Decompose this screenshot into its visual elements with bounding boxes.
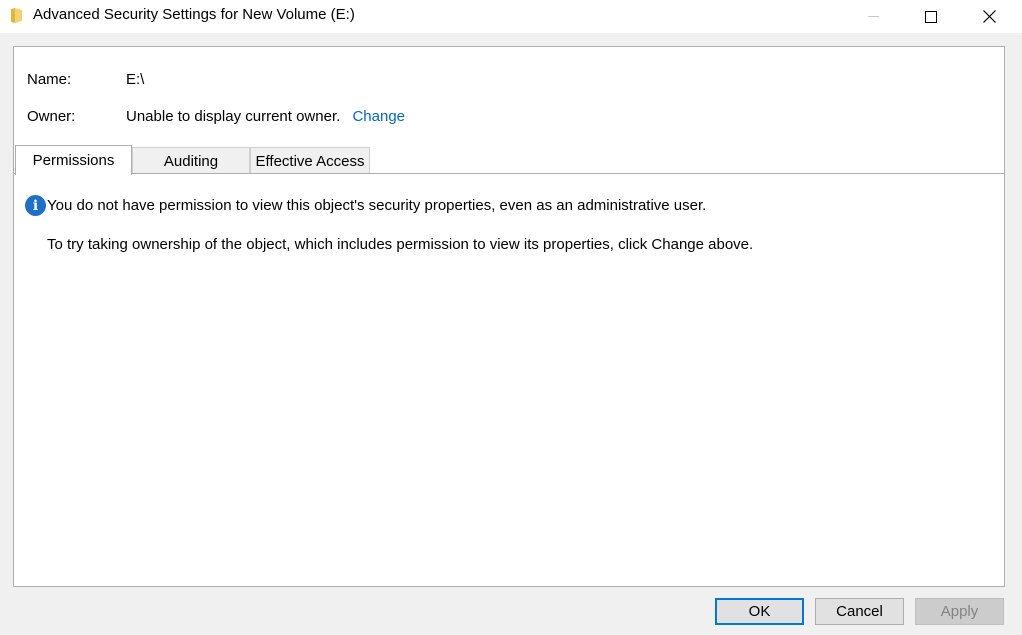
maximize-button[interactable] <box>902 0 960 33</box>
change-owner-link[interactable]: Change <box>352 108 405 125</box>
close-button[interactable] <box>960 0 1018 33</box>
name-label: Name: <box>27 71 72 88</box>
info-icon: i <box>25 195 46 216</box>
owner-text: Unable to display current owner. <box>126 108 341 125</box>
minimize-button[interactable] <box>844 0 902 33</box>
folder-icon <box>10 7 24 24</box>
owner-label: Owner: <box>27 108 76 125</box>
apply-button[interactable]: Apply <box>915 598 1004 625</box>
name-value: E:\ <box>126 71 145 88</box>
minimize-icon <box>867 16 879 17</box>
tab-permissions[interactable]: Permissions <box>15 145 132 175</box>
permission-message: You do not have permission to view this … <box>47 197 707 214</box>
maximize-icon <box>925 10 937 23</box>
close-icon <box>982 10 996 23</box>
ownership-hint: To try taking ownership of the object, w… <box>47 236 754 253</box>
ok-button[interactable]: OK <box>715 598 804 625</box>
tab-auditing[interactable]: Auditing <box>132 147 250 174</box>
title-bar: Advanced Security Settings for New Volum… <box>0 0 1022 33</box>
tab-effective-access[interactable]: Effective Access <box>250 147 370 174</box>
settings-panel: Name: E:\ Owner: Unable to display curre… <box>13 46 1005 587</box>
cancel-button[interactable]: Cancel <box>815 598 904 625</box>
window-title: Advanced Security Settings for New Volum… <box>33 6 355 23</box>
owner-value: Unable to display current owner. Change <box>126 108 405 125</box>
tab-divider <box>14 173 1004 174</box>
